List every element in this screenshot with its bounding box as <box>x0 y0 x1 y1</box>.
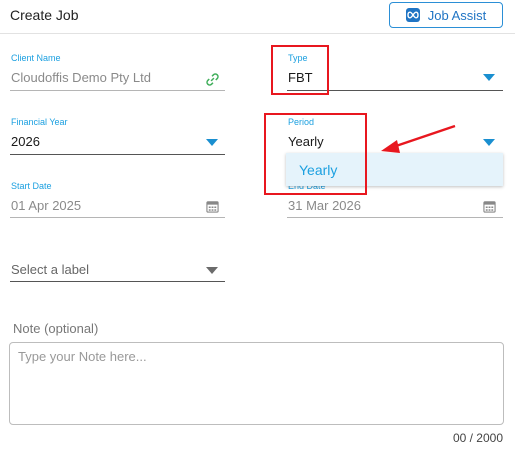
end-date-underline <box>287 217 503 218</box>
label-select-underline <box>10 281 225 282</box>
annotation-arrow-icon <box>381 124 456 153</box>
label-chevron-down-icon[interactable] <box>206 267 218 274</box>
page-title: Create Job <box>10 7 79 23</box>
client-name-value: Cloudoffis Demo Pty Ltd <box>11 70 151 85</box>
end-date-calendar-icon[interactable] <box>483 200 496 213</box>
job-assist-label: Job Assist <box>427 7 487 23</box>
financial-year-label: Financial Year <box>11 117 68 127</box>
start-date-label: Start Date <box>11 181 52 191</box>
end-date-value[interactable]: 31 Mar 2026 <box>288 198 361 213</box>
financial-year-select[interactable]: 2026 <box>11 134 40 149</box>
job-assist-button[interactable]: Job Assist <box>389 2 503 28</box>
link-icon[interactable] <box>205 72 220 87</box>
header-divider <box>0 33 515 34</box>
period-chevron-down-icon[interactable] <box>483 139 495 146</box>
annotation-box-type <box>271 45 329 95</box>
infinity-icon <box>405 8 420 22</box>
start-date-calendar-icon[interactable] <box>206 200 219 213</box>
financial-year-chevron-down-icon[interactable] <box>206 139 218 146</box>
note-textarea[interactable] <box>9 342 504 425</box>
start-date-value[interactable]: 01 Apr 2025 <box>11 198 81 213</box>
annotation-box-period <box>264 113 367 195</box>
label-select[interactable]: Select a label <box>11 262 89 277</box>
type-chevron-down-icon[interactable] <box>483 74 495 81</box>
client-name-underline <box>10 90 225 91</box>
note-label: Note (optional) <box>13 321 99 336</box>
client-name-label: Client Name <box>11 53 61 63</box>
financial-year-underline <box>10 154 225 155</box>
note-character-counter: 00 / 2000 <box>452 431 503 445</box>
start-date-underline <box>10 217 225 218</box>
